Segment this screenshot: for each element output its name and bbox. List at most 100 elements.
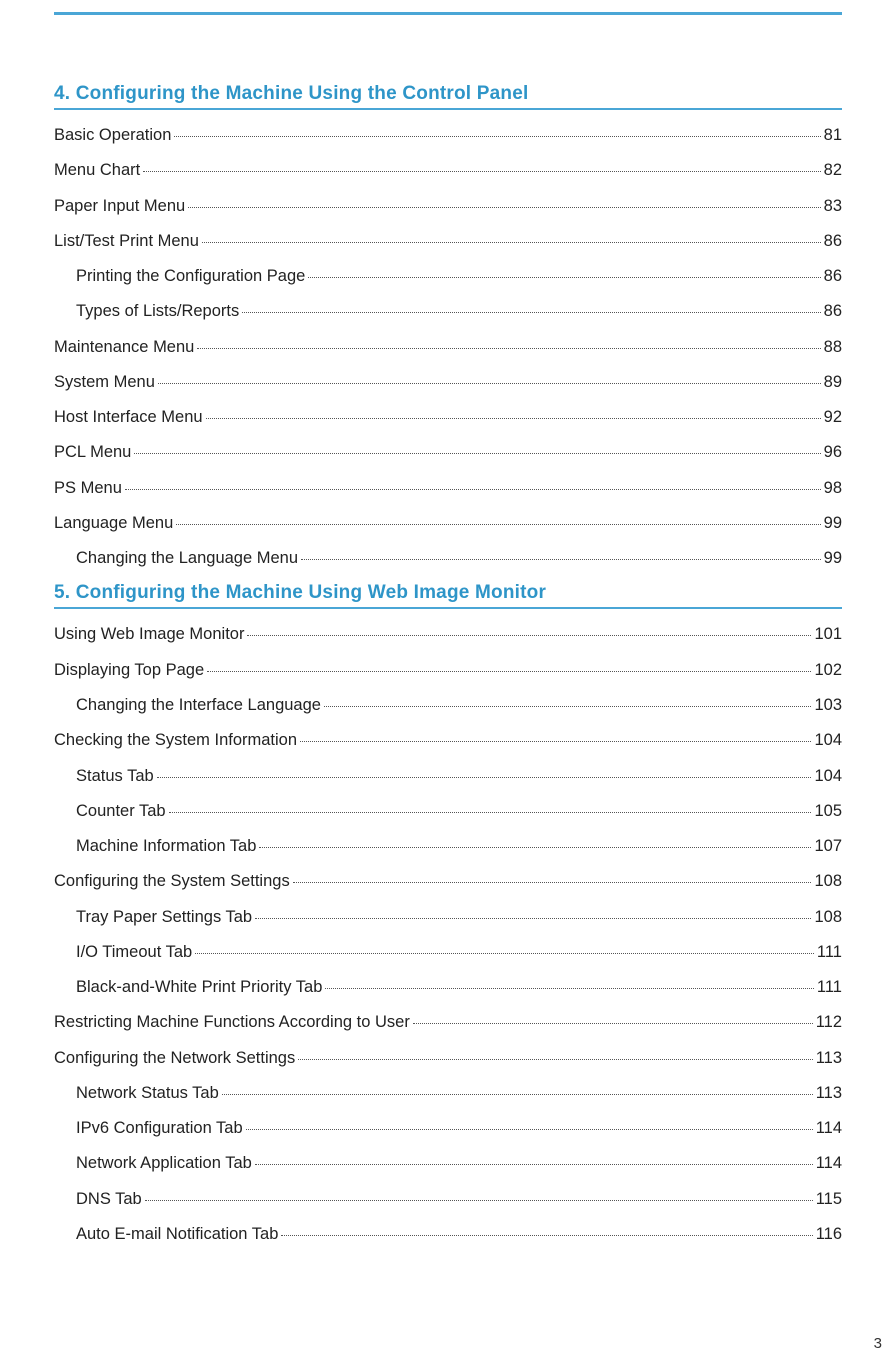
toc-page: 111 — [817, 941, 842, 963]
section-heading: 5. Configuring the Machine Using Web Ima… — [54, 582, 842, 609]
toc-label: PCL Menu — [54, 441, 131, 463]
toc-content: 4. Configuring the Machine Using the Con… — [24, 83, 872, 1245]
toc-label: List/Test Print Menu — [54, 230, 199, 252]
toc-leader — [308, 277, 820, 278]
page-container: 4. Configuring the Machine Using the Con… — [0, 12, 896, 1370]
toc-label: Black-and-White Print Priority Tab — [54, 976, 322, 998]
toc-page: 107 — [814, 835, 842, 857]
toc-page: 105 — [814, 800, 842, 822]
toc-entry: PCL Menu 96 — [54, 441, 842, 463]
toc-leader — [188, 207, 820, 208]
toc-page: 81 — [824, 124, 842, 146]
toc-page: 96 — [824, 441, 842, 463]
toc-page: 98 — [824, 477, 842, 499]
toc-leader — [207, 671, 811, 672]
toc-label: Basic Operation — [54, 124, 171, 146]
toc-leader — [158, 383, 821, 384]
toc-label: PS Menu — [54, 477, 122, 499]
toc-leader — [301, 559, 821, 560]
toc-label: Changing the Language Menu — [54, 547, 298, 569]
toc-page: 92 — [824, 406, 842, 428]
toc-leader — [222, 1094, 813, 1095]
toc-page: 116 — [816, 1223, 842, 1245]
toc-label: Host Interface Menu — [54, 406, 203, 428]
toc-page: 112 — [816, 1011, 842, 1033]
toc-page: 101 — [814, 623, 842, 645]
toc-page: 113 — [816, 1082, 842, 1104]
toc-page: 86 — [824, 300, 842, 322]
toc-page: 114 — [816, 1152, 842, 1174]
toc-entry-sub: Printing the Configuration Page 86 — [54, 265, 842, 287]
toc-label: Configuring the Network Settings — [54, 1047, 295, 1069]
toc-page: 99 — [824, 547, 842, 569]
toc-entry-sub: Status Tab 104 — [54, 765, 842, 787]
toc-leader — [325, 988, 814, 989]
toc-page: 104 — [814, 765, 842, 787]
toc-page: 83 — [824, 195, 842, 217]
toc-label: I/O Timeout Tab — [54, 941, 192, 963]
toc-entry: Checking the System Information 104 — [54, 729, 842, 751]
toc-label: Configuring the System Settings — [54, 870, 290, 892]
toc-label: Menu Chart — [54, 159, 140, 181]
toc-entry-sub: IPv6 Configuration Tab 114 — [54, 1117, 842, 1139]
toc-entry: Host Interface Menu 92 — [54, 406, 842, 428]
toc-label: Types of Lists/Reports — [54, 300, 239, 322]
toc-entry-sub: Types of Lists/Reports 86 — [54, 300, 842, 322]
toc-page: 108 — [814, 906, 842, 928]
toc-entry-sub: Machine Information Tab 107 — [54, 835, 842, 857]
toc-page: 114 — [816, 1117, 842, 1139]
toc-entry: Configuring the Network Settings 113 — [54, 1047, 842, 1069]
toc-leader — [300, 741, 811, 742]
toc-entry: PS Menu 98 — [54, 477, 842, 499]
toc-leader — [242, 312, 820, 313]
toc-entry-sub: Counter Tab 105 — [54, 800, 842, 822]
toc-leader — [195, 953, 814, 954]
toc-label: Changing the Interface Language — [54, 694, 321, 716]
toc-page: 88 — [824, 336, 842, 358]
toc-leader — [206, 418, 821, 419]
top-rule — [54, 12, 842, 15]
toc-entry: Restricting Machine Functions According … — [54, 1011, 842, 1033]
toc-entry-sub: Network Application Tab 114 — [54, 1152, 842, 1174]
toc-leader — [255, 918, 811, 919]
toc-entry: Maintenance Menu 88 — [54, 336, 842, 358]
toc-leader — [125, 489, 821, 490]
toc-label: Maintenance Menu — [54, 336, 194, 358]
toc-page: 111 — [817, 976, 842, 998]
toc-label: Restricting Machine Functions According … — [54, 1011, 410, 1033]
toc-leader — [134, 453, 820, 454]
toc-entry: Menu Chart 82 — [54, 159, 842, 181]
toc-page: 108 — [814, 870, 842, 892]
toc-entry-sub: Changing the Language Menu 99 — [54, 547, 842, 569]
section-heading: 4. Configuring the Machine Using the Con… — [54, 83, 842, 110]
toc-leader — [197, 348, 820, 349]
toc-leader — [255, 1164, 813, 1165]
toc-leader — [324, 706, 812, 707]
toc-leader — [413, 1023, 813, 1024]
toc-page: 115 — [816, 1188, 842, 1210]
toc-entry: Language Menu 99 — [54, 512, 842, 534]
toc-entry-sub: Auto E-mail Notification Tab 116 — [54, 1223, 842, 1245]
toc-leader — [246, 1129, 813, 1130]
toc-leader — [298, 1059, 812, 1060]
toc-label: IPv6 Configuration Tab — [54, 1117, 243, 1139]
toc-entry: Displaying Top Page 102 — [54, 659, 842, 681]
page-number: 3 — [874, 1335, 882, 1352]
toc-label: Counter Tab — [54, 800, 166, 822]
toc-page: 102 — [814, 659, 842, 681]
toc-page: 103 — [814, 694, 842, 716]
toc-label: Checking the System Information — [54, 729, 297, 751]
toc-leader — [293, 882, 812, 883]
toc-page: 86 — [824, 230, 842, 252]
toc-entry-sub: I/O Timeout Tab 111 — [54, 941, 842, 963]
toc-entry: System Menu 89 — [54, 371, 842, 393]
toc-entry-sub: Tray Paper Settings Tab 108 — [54, 906, 842, 928]
toc-page: 89 — [824, 371, 842, 393]
toc-label: DNS Tab — [54, 1188, 142, 1210]
toc-label: Using Web Image Monitor — [54, 623, 244, 645]
toc-label: Tray Paper Settings Tab — [54, 906, 252, 928]
toc-label: Language Menu — [54, 512, 173, 534]
toc-page: 86 — [824, 265, 842, 287]
toc-leader — [174, 136, 820, 137]
toc-leader — [281, 1235, 812, 1236]
